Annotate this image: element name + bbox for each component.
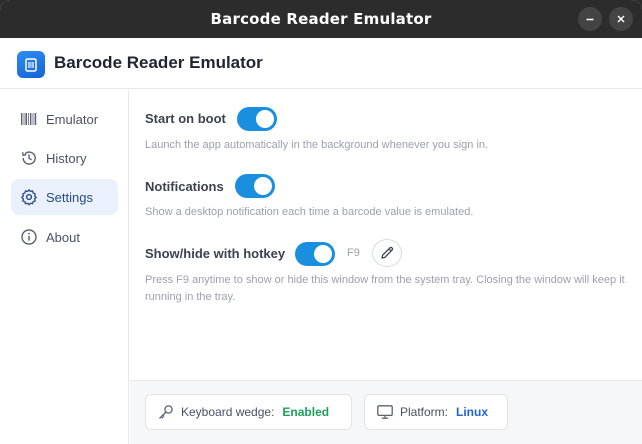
app-header: Barcode Reader Emulator [0,38,642,89]
sidebar-item-emulator[interactable]: Emulator [11,101,118,137]
minimize-icon [586,18,594,21]
platform-status: Platform: Linux [364,394,508,430]
title-bar[interactable]: Barcode Reader Emulator [0,0,642,38]
sidebar-item-about[interactable]: About [11,219,118,255]
sidebar-item-label: Emulator [46,111,99,127]
close-icon [617,15,625,23]
platform-label: Platform: [400,405,449,419]
app-logo-icon [17,51,45,78]
start-on-boot-description: Launch the app automatically in the back… [145,139,489,151]
sidebar-item-history[interactable]: History [11,140,118,176]
sidebar-item-label: History [46,150,87,166]
hotkey-toggle[interactable] [295,242,335,266]
pencil-icon [381,246,394,259]
hotkey-label: Show/hide with hotkey [145,246,286,261]
history-icon [20,149,38,167]
platform-value: Linux [456,405,489,419]
info-icon [20,228,38,246]
notifications-toggle[interactable] [235,174,275,198]
toggle-knob [254,177,272,195]
gear-icon [20,188,38,206]
toggle-knob [256,110,274,128]
keyboard-wedge-status: Keyboard wedge: Enabled [145,394,352,430]
hotkey-value: F9 [347,247,360,259]
status-footer: Keyboard wedge: Enabled Platform: Linux [130,380,642,444]
notifications-description: Show a desktop notification each time a … [145,206,474,218]
hotkey-description: Press F9 anytime to show or hide this wi… [145,274,625,303]
sidebar-item-label: About [46,229,80,245]
start-on-boot-toggle[interactable] [237,107,277,131]
sidebar: Emulator History Settings About [0,90,129,444]
keyboard-wedge-label: Keyboard wedge: [181,405,275,419]
close-button[interactable] [609,7,633,31]
sidebar-item-settings[interactable]: Settings [11,179,118,215]
notifications-label: Notifications [145,179,224,194]
barcode-icon [20,110,38,128]
app-title: Barcode Reader Emulator [54,53,263,72]
sidebar-item-label: Settings [46,189,93,205]
start-on-boot-label: Start on boot [145,111,226,126]
minimize-button[interactable] [578,7,602,31]
keyboard-wedge-value: Enabled [282,405,330,419]
app-window: Barcode Reader Emulator Barcode Reader E… [0,0,642,444]
key-icon [157,403,175,421]
settings-panel: Start on boot Launch the app automatical… [130,90,642,380]
window-title: Barcode Reader Emulator [210,10,432,28]
edit-hotkey-button[interactable] [372,239,402,267]
monitor-icon [376,403,394,421]
toggle-knob [314,245,332,263]
